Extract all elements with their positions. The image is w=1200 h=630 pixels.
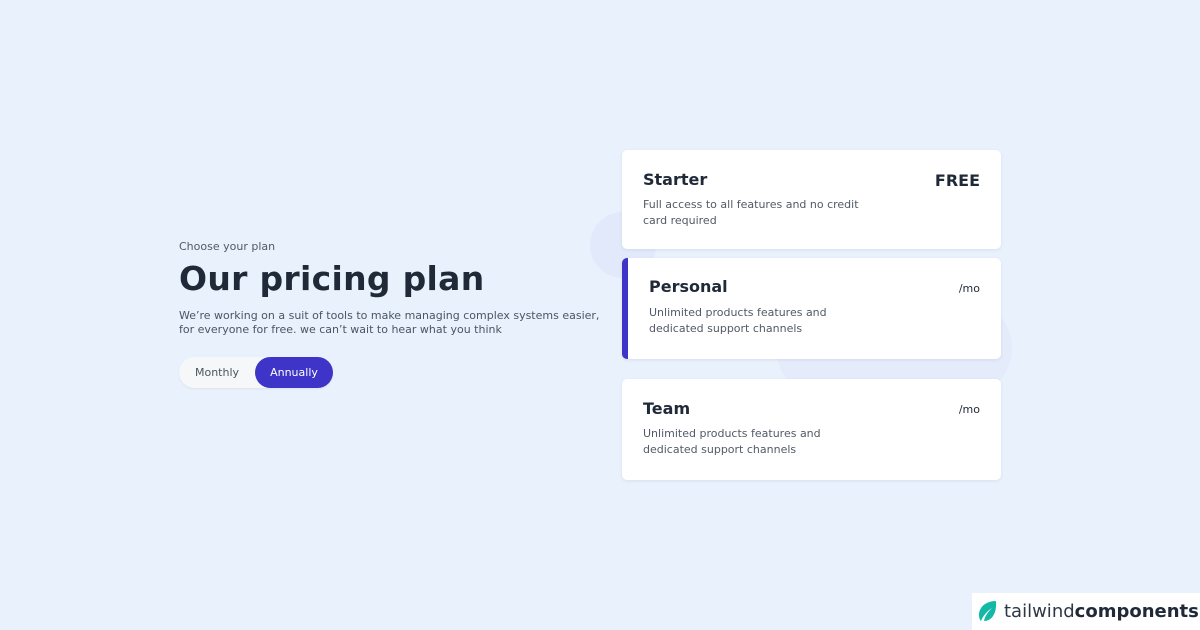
brand-suffix: components [1074, 601, 1199, 622]
plan-card-team[interactable]: Team /mo Unlimited products features and… [622, 379, 1001, 480]
plan-price: /mo [958, 282, 980, 295]
plan-price: FREE [934, 171, 980, 190]
plan-card-personal[interactable]: Personal /mo Unlimited products features… [622, 258, 1001, 359]
brand-prefix: tailwind [1004, 601, 1075, 622]
pricing-hero: Choose your plan Our pricing plan We’re … [179, 240, 609, 388]
eyebrow-text: Choose your plan [179, 240, 276, 253]
plan-name: Team [643, 399, 691, 418]
toggle-monthly-button[interactable]: Monthly [179, 357, 255, 388]
plan-description: Unlimited products features and dedicate… [643, 427, 821, 456]
plan-name: Personal [649, 277, 728, 296]
page-title: Our pricing plan [179, 259, 485, 298]
plan-name: Starter [643, 170, 708, 189]
brand-wordmark: tailwindcomponents [1004, 602, 1199, 622]
toggle-annually-button[interactable]: Annually [255, 357, 333, 388]
plan-price: /mo [958, 403, 980, 416]
brand-badge[interactable]: tailwindcomponents [972, 593, 1200, 630]
hero-description: We’re working on a suit of tools to make… [179, 309, 600, 336]
plan-description: Full access to all features and no credi… [643, 198, 859, 227]
plan-card-starter[interactable]: Starter FREE Full access to all features… [622, 150, 1001, 249]
leaf-icon [979, 601, 997, 621]
plan-description: Unlimited products features and dedicate… [649, 306, 827, 335]
billing-toggle: Monthly Annually [179, 357, 333, 388]
